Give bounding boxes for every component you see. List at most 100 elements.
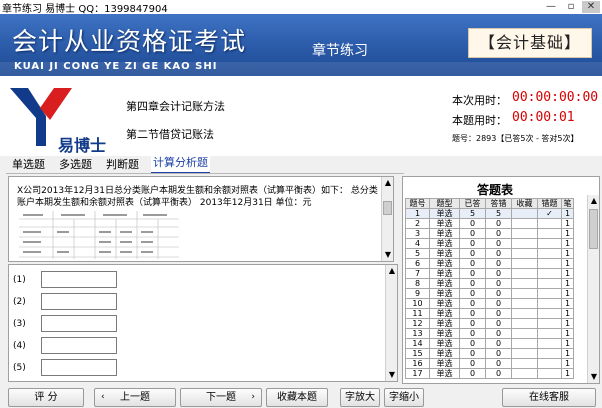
answer-sheet-row[interactable]: 12 单选 0 0 1 bbox=[405, 318, 574, 329]
scroll-down-icon[interactable]: ▼ bbox=[588, 371, 599, 383]
answer-sheet: 答题表 题号 题型 已答 答错 收藏 错题 笔 1 单选 5 5 ✓ 1 2 单选 0 0 1 3 单选… bbox=[402, 176, 600, 384]
answer-sheet-row[interactable]: 5 单选 0 0 1 bbox=[405, 248, 574, 259]
banner-section-title: 章节练习 bbox=[312, 43, 368, 59]
answer-sheet-cell: 0 bbox=[459, 358, 486, 369]
answer-sheet-cell: 单选 bbox=[429, 348, 460, 359]
restore-button[interactable]: ▫ bbox=[562, 1, 580, 13]
answer-panel: (1) (2) (3) (4) (5) ▲ ▼ bbox=[8, 264, 398, 382]
tab-single-choice[interactable]: 单选题 bbox=[10, 156, 47, 174]
scroll-down-icon[interactable]: ▼ bbox=[386, 369, 398, 381]
answer-sheet-row[interactable]: 15 单选 0 0 1 bbox=[405, 348, 574, 359]
next-question-button[interactable]: 下一题 › bbox=[180, 388, 262, 407]
answer-sheet-cell bbox=[537, 318, 562, 329]
answer-sheet-cell: 0 bbox=[485, 298, 512, 309]
grade-button[interactable]: 评 分 bbox=[8, 388, 84, 407]
answer-sheet-row[interactable]: 3 单选 0 0 1 bbox=[405, 228, 574, 239]
col-header[interactable]: 错题 bbox=[537, 198, 562, 209]
answer-sheet-row[interactable]: 11 单选 0 0 1 bbox=[405, 308, 574, 319]
answer-input[interactable] bbox=[41, 359, 117, 376]
col-header[interactable]: 收藏 bbox=[511, 198, 538, 209]
answer-sheet-cell bbox=[537, 278, 562, 289]
answer-sheet-cell: 1 bbox=[561, 248, 574, 259]
answer-input[interactable] bbox=[41, 271, 117, 288]
minimize-button[interactable]: — bbox=[542, 1, 560, 13]
grade-label: 评 分 bbox=[34, 392, 58, 403]
question-type-tabs: 单选题 多选题 判断题 计算分析题 bbox=[0, 154, 400, 174]
answer-sheet-row[interactable]: 1 单选 5 5 ✓ 1 bbox=[405, 208, 574, 219]
answer-sheet-cell: 0 bbox=[485, 338, 512, 349]
answer-input[interactable] bbox=[41, 293, 117, 310]
answer-sheet-row[interactable]: 10 单选 0 0 1 bbox=[405, 298, 574, 309]
answer-sheet-cell bbox=[537, 368, 562, 379]
answer-sheet-cell bbox=[511, 368, 538, 379]
answer-sheet-row[interactable]: 2 单选 0 0 1 bbox=[405, 218, 574, 229]
answer-sheet-cell: 1 bbox=[561, 298, 574, 309]
bottom-toolbar: 评 分 ‹ 上一题 下一题 › 收藏本题 字放大 字缩小 在线客服 bbox=[0, 386, 602, 408]
scroll-up-icon[interactable]: ▲ bbox=[588, 195, 599, 207]
this-time-label: 本次用时： bbox=[452, 94, 507, 107]
col-header[interactable]: 笔 bbox=[561, 198, 574, 209]
answer-sheet-cell: 0 bbox=[459, 328, 486, 339]
scroll-down-icon[interactable]: ▼ bbox=[382, 249, 393, 261]
answer-sheet-row[interactable]: 8 单选 0 0 1 bbox=[405, 278, 574, 289]
answer-sheet-cell: 单选 bbox=[429, 368, 460, 379]
answer-sheet-row[interactable]: 16 单选 0 0 1 bbox=[405, 358, 574, 369]
section-name: 第二节借贷记账法 bbox=[126, 128, 214, 141]
answer-sheet-cell bbox=[537, 348, 562, 359]
tab-calculation-analysis[interactable]: 计算分析题 bbox=[151, 154, 210, 174]
scroll-up-icon[interactable]: ▲ bbox=[386, 265, 398, 277]
answer-sheet-cell: 0 bbox=[485, 368, 512, 379]
answer-sheet-scrollbar[interactable]: ▲ ▼ bbox=[587, 195, 599, 383]
scroll-up-icon[interactable]: ▲ bbox=[382, 177, 393, 189]
scroll-thumb[interactable] bbox=[383, 201, 392, 215]
scroll-thumb[interactable] bbox=[589, 209, 598, 249]
answer-sheet-row[interactable]: 7 单选 0 0 1 bbox=[405, 268, 574, 279]
answer-sheet-row[interactable]: 13 单选 0 0 1 bbox=[405, 328, 574, 339]
answer-sheet-row[interactable]: 4 单选 0 0 1 bbox=[405, 238, 574, 249]
answer-row: (5) bbox=[13, 359, 117, 376]
close-button[interactable]: ✕ bbox=[582, 1, 600, 13]
answer-sheet-row[interactable]: 9 单选 0 0 1 bbox=[405, 288, 574, 299]
prev-question-button[interactable]: ‹ 上一题 bbox=[94, 388, 176, 407]
answer-sheet-cell: 1 bbox=[561, 218, 574, 229]
tab-multiple-choice[interactable]: 多选题 bbox=[57, 156, 94, 174]
col-header[interactable]: 答错 bbox=[485, 198, 512, 209]
answer-sheet-cell bbox=[511, 278, 538, 289]
answer-sheet-cell: 0 bbox=[485, 218, 512, 229]
col-header[interactable]: 已答 bbox=[459, 198, 486, 209]
question-scrollbar[interactable]: ▲ ▼ bbox=[381, 177, 393, 261]
answer-sheet-cell: 单选 bbox=[429, 308, 460, 319]
question-time-label: 本题用时： bbox=[452, 114, 507, 127]
online-service-button[interactable]: 在线客服 bbox=[502, 388, 596, 407]
answer-sheet-cell: 1 bbox=[561, 338, 574, 349]
answer-sheet-cell: 单选 bbox=[429, 328, 460, 339]
answer-scrollbar[interactable]: ▲ ▼ bbox=[385, 265, 397, 381]
answer-sheet-cell bbox=[511, 238, 538, 249]
answer-sheet-cell: 0 bbox=[485, 308, 512, 319]
trial-balance-table-image bbox=[19, 211, 179, 259]
answer-sheet-cell: 0 bbox=[485, 318, 512, 329]
answer-sheet-cell: 单选 bbox=[429, 258, 460, 269]
zoom-in-button[interactable]: 字放大 bbox=[340, 388, 380, 407]
answer-sheet-cell: 0 bbox=[485, 348, 512, 359]
answer-sheet-cell bbox=[537, 268, 562, 279]
answer-sheet-cell: 4 bbox=[405, 238, 430, 249]
answer-label: (4) bbox=[13, 340, 26, 351]
answer-sheet-cell: 0 bbox=[485, 238, 512, 249]
answer-sheet-header-row: 题号 题型 已答 答错 收藏 错题 笔 bbox=[405, 198, 574, 209]
tab-true-false[interactable]: 判断题 bbox=[104, 156, 141, 174]
answer-sheet-row[interactable]: 17 单选 0 0 1 bbox=[405, 368, 574, 379]
answer-sheet-cell: 11 bbox=[405, 308, 430, 319]
answer-sheet-cell: 单选 bbox=[429, 318, 460, 329]
answer-input[interactable] bbox=[41, 315, 117, 332]
favorite-button[interactable]: 收藏本题 bbox=[266, 388, 328, 407]
answer-sheet-row[interactable]: 6 单选 0 0 1 bbox=[405, 258, 574, 269]
zoom-out-button[interactable]: 字缩小 bbox=[384, 388, 424, 407]
chevron-left-icon: ‹ bbox=[101, 392, 105, 402]
answer-sheet-row[interactable]: 14 单选 0 0 1 bbox=[405, 338, 574, 349]
col-header[interactable]: 题型 bbox=[429, 198, 460, 209]
question-text: X公司2013年12月31日总分类账户本期发生额和余额对照表（试算平衡表）如下：… bbox=[17, 186, 378, 208]
col-header[interactable]: 题号 bbox=[405, 198, 430, 209]
answer-input[interactable] bbox=[41, 337, 117, 354]
answer-sheet-cell: 16 bbox=[405, 358, 430, 369]
